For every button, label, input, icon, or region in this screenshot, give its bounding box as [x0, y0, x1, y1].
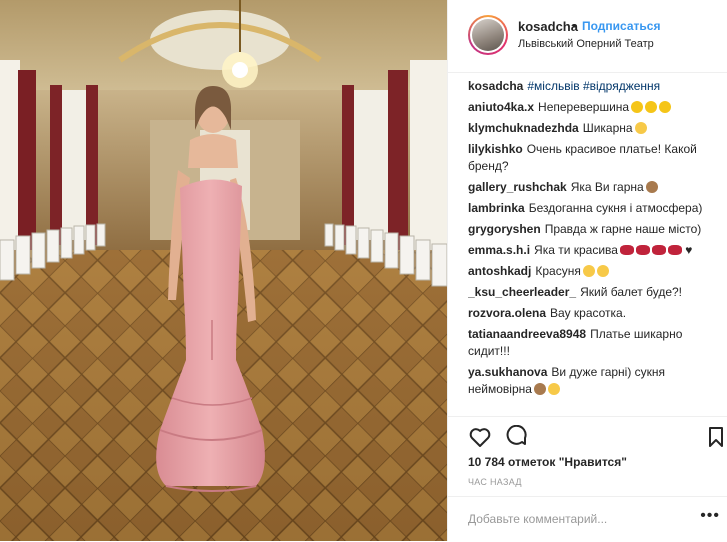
comment-text: Яка Ви гарна [570, 180, 644, 194]
comment-icon[interactable] [505, 425, 529, 449]
heart-yellow-emoji-icon [659, 101, 672, 113]
post-username[interactable]: kosadcha [518, 19, 578, 34]
photo-scene [0, 0, 447, 541]
comment-username[interactable]: emma.s.h.i [468, 243, 530, 257]
comment-text: Бездоганна сукня і атмосфера) [528, 201, 703, 215]
lips-emoji-icon [635, 245, 650, 255]
lips-emoji-icon [651, 245, 666, 255]
smile-emoji-icon [634, 122, 647, 134]
separator-dot: • [572, 18, 577, 33]
comment-username[interactable]: klymchuknadezhda [468, 121, 579, 135]
avatar[interactable] [468, 15, 508, 55]
monkey-emoji-icon [533, 383, 546, 395]
comment-username[interactable]: _ksu_cheerleader_ [468, 285, 576, 299]
comment-item: ya.sukhanova Ви дуже гарні) сукня неймові… [468, 364, 723, 398]
follow-button[interactable]: Подписаться [582, 19, 660, 33]
lips-emoji-icon [619, 245, 634, 255]
comment-item: gallery_rushchak Яка Ви гарна [468, 179, 723, 196]
comment-text: Шикарна [582, 121, 633, 135]
post-header: kosadcha • Подписаться Львівський Оперни… [448, 0, 727, 73]
comment-text: Вау красотка. [550, 306, 627, 320]
bookmark-icon[interactable] [704, 425, 727, 449]
post-timestamp[interactable]: ЧАС НАЗАД [468, 477, 522, 487]
location-link[interactable]: Львівський Оперний Театр [518, 38, 654, 50]
caption-hashtags[interactable]: #місльвів #відрядження [527, 79, 660, 93]
add-comment-input[interactable]: Добавьте комментарий... [468, 512, 607, 526]
action-bar [448, 416, 727, 457]
comment-text: Красуня [535, 264, 581, 278]
post-side-panel: kosadcha • Подписаться Львівський Оперни… [447, 0, 727, 541]
comment-item: antoshkadj Красуня [468, 263, 723, 280]
comment-username[interactable]: antoshkadj [468, 264, 531, 278]
comment-username[interactable]: ya.sukhanova [468, 365, 547, 379]
comment-item: _ksu_cheerleader_ Який балет буде?! [468, 284, 723, 301]
comment-username[interactable]: lilykishko [468, 142, 523, 156]
comment-text: Правда ж гарне наше місто) [544, 222, 702, 236]
comment-item: lilykishko Очень красивое платье! Какой б… [468, 141, 723, 175]
smile-emoji-icon [547, 383, 560, 395]
comment-item: tatianaandreeva8948 Платье шикарно сидит!… [468, 326, 723, 360]
add-comment-bar: Добавьте комментарий... ••• [448, 496, 727, 542]
comment-text: Яка ти красива [534, 243, 618, 257]
smile-emoji-icon [582, 265, 595, 277]
post-photo[interactable] [0, 0, 447, 541]
heart-icon[interactable] [468, 425, 492, 449]
comment-item: rozvora.olena Вау красотка. [468, 305, 723, 322]
comment-text: Неперевершина [538, 100, 630, 114]
comment-list[interactable]: kosadcha #місльвів #відрядження aniuto4ka… [468, 78, 723, 415]
caption-username[interactable]: kosadcha [468, 79, 523, 93]
comment-username[interactable]: aniuto4ka.x [468, 100, 534, 114]
comment-text: Який балет буде?! [580, 285, 683, 299]
more-options-icon[interactable]: ••• [700, 507, 720, 525]
comment-username[interactable]: lambrinka [468, 201, 525, 215]
comment-username[interactable]: rozvora.olena [468, 306, 546, 320]
comment-item: lambrinka Бездоганна сукня і атмосфера) [468, 200, 723, 217]
likes-count[interactable]: 10 784 отметок "Нравится" [468, 455, 627, 469]
heart-yellow-emoji-icon [631, 101, 644, 113]
comment-item: grygoryshen Правда ж гарне наше місто) [468, 221, 723, 238]
comment-username[interactable]: grygoryshen [468, 222, 541, 236]
comment-username[interactable]: tatianaandreeva8948 [468, 327, 586, 341]
lips-emoji-icon [667, 245, 682, 255]
black-heart-emoji-icon: ♥ [681, 243, 693, 257]
monkey-emoji-icon [645, 181, 658, 193]
heart-yellow-emoji-icon [645, 101, 658, 113]
comment-item: emma.s.h.i Яка ти красива ♥ [468, 242, 723, 259]
smile-emoji-icon [596, 265, 609, 277]
caption: kosadcha #місльвів #відрядження [468, 78, 723, 95]
comment-username[interactable]: gallery_rushchak [468, 180, 567, 194]
comment-item: klymchuknadezhda Шикарна [468, 120, 723, 137]
comment-item: aniuto4ka.x Неперевершина [468, 99, 723, 116]
